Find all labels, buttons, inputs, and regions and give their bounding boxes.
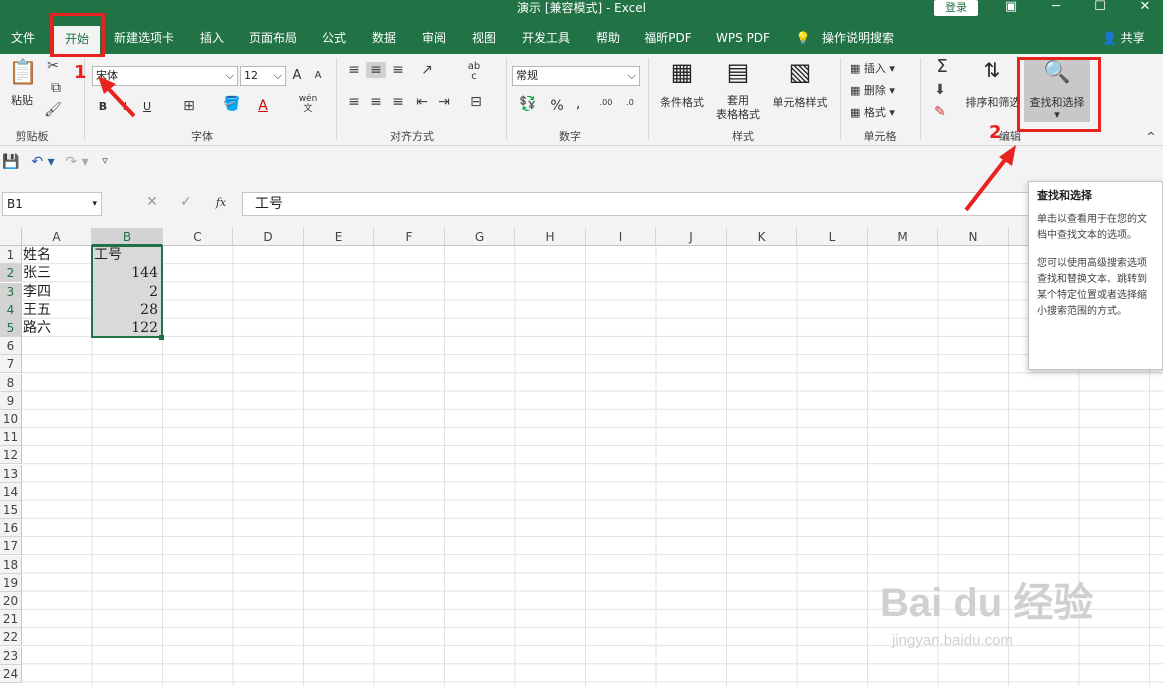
baidu-watermark-logo: Bai du 经验: [880, 581, 1094, 625]
baidu-watermark-url: jingyan.baidu.com: [892, 632, 1013, 649]
arrow-2: [964, 145, 1016, 212]
arrow-1: [98, 76, 136, 118]
